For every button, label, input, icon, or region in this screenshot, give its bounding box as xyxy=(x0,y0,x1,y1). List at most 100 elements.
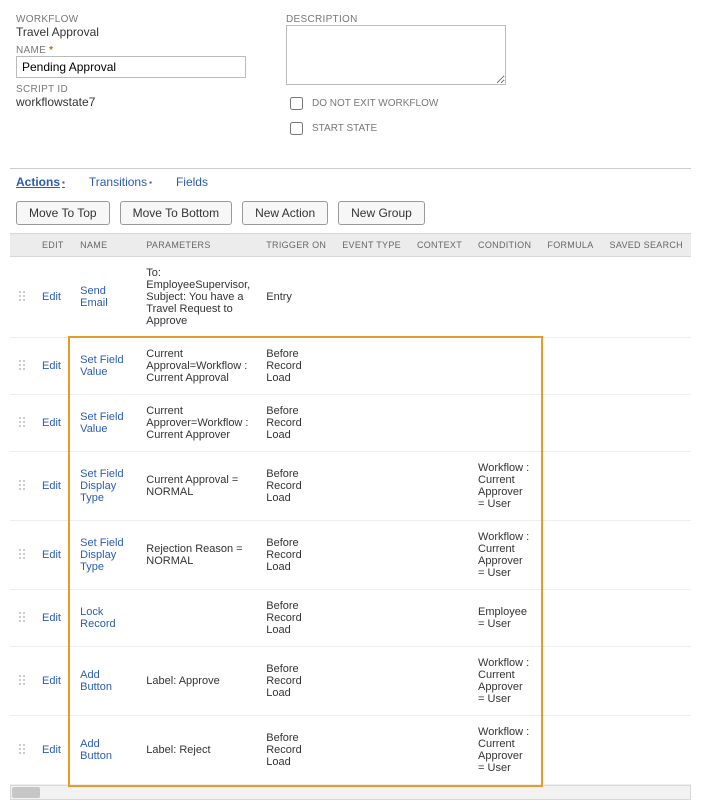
cell-trigger: Before Record Load xyxy=(258,647,334,716)
action-name-link[interactable]: Add Button xyxy=(80,669,112,693)
new-group-button[interactable]: New Group xyxy=(338,201,425,225)
cell-trigger: Before Record Load xyxy=(258,452,334,521)
cell-context xyxy=(409,590,470,647)
tab-actions[interactable]: Actions▪ xyxy=(16,175,65,193)
tab-transitions[interactable]: Transitions▪ xyxy=(89,175,152,193)
donotexit-checkbox[interactable] xyxy=(290,97,303,110)
action-name-link[interactable]: Add Button xyxy=(80,738,112,762)
table-row[interactable]: Edit Set Field Display Type Rejection Reas… xyxy=(10,521,691,590)
description-textarea[interactable] xyxy=(286,25,506,85)
cell-condition: Workflow : Current Approver = User xyxy=(470,716,539,785)
cell-formula xyxy=(539,590,601,647)
cell-condition xyxy=(470,338,539,395)
cell-saved-search xyxy=(602,257,691,338)
drag-icon xyxy=(18,290,26,301)
cell-context xyxy=(409,395,470,452)
cell-parameters: Label: Reject xyxy=(138,716,258,785)
cell-context xyxy=(409,647,470,716)
startstate-row[interactable]: START STATE xyxy=(286,119,506,138)
action-name-link[interactable]: Lock Record xyxy=(80,606,115,630)
cell-condition: Workflow : Current Approver = User xyxy=(470,452,539,521)
table-row[interactable]: EditSend EmailTo: EmployeeSupervisor, Su… xyxy=(10,257,691,338)
cell-parameters: Rejection Reason = NORMAL xyxy=(138,521,258,590)
edit-link[interactable]: Edit xyxy=(42,675,61,687)
cell-trigger: Before Record Load xyxy=(258,338,334,395)
action-name-link[interactable]: Set Field Display Type xyxy=(80,537,123,573)
startstate-checkbox[interactable] xyxy=(290,122,303,135)
drag-icon xyxy=(18,611,26,622)
edit-link[interactable]: Edit xyxy=(42,744,61,756)
cell-context xyxy=(409,716,470,785)
cell-formula xyxy=(539,395,601,452)
drag-icon xyxy=(18,548,26,559)
cell-event-type xyxy=(334,338,409,395)
col-name: NAME xyxy=(72,234,138,257)
drag-handle[interactable] xyxy=(10,452,34,521)
workflow-value: Travel Approval xyxy=(16,25,246,39)
cell-condition xyxy=(470,395,539,452)
actions-table-wrap: EDIT NAME PARAMETERS TRIGGER ON EVENT TY… xyxy=(10,233,691,786)
cell-parameters: Label: Approve xyxy=(138,647,258,716)
table-row[interactable]: Edit Set Field Value Current Approver=Work… xyxy=(10,395,691,452)
drag-handle[interactable] xyxy=(10,647,34,716)
drag-handle[interactable] xyxy=(10,521,34,590)
cell-saved-search xyxy=(602,716,691,785)
caret-icon: ▪ xyxy=(149,178,152,187)
description-label: DESCRIPTION xyxy=(286,14,506,25)
form-header: WORKFLOW Travel Approval NAME SCRIPT ID … xyxy=(10,10,691,148)
edit-link[interactable]: Edit xyxy=(42,549,61,561)
drag-icon xyxy=(18,359,26,370)
startstate-label: START STATE xyxy=(312,123,377,134)
cell-saved-search xyxy=(602,452,691,521)
action-name-link[interactable]: Set Field Display Type xyxy=(80,468,123,504)
table-row[interactable]: Edit Set Field Value Current Approval=Work… xyxy=(10,338,691,395)
donotexit-label: DO NOT EXIT WORKFLOW xyxy=(312,98,438,109)
action-name-link[interactable]: Send Email xyxy=(80,285,108,309)
cell-event-type xyxy=(334,590,409,647)
tab-fields[interactable]: Fields xyxy=(176,175,208,193)
edit-link[interactable]: Edit xyxy=(42,612,61,624)
horizontal-scrollbar[interactable] xyxy=(10,786,691,800)
drag-handle[interactable] xyxy=(10,338,34,395)
table-row[interactable]: Edit Set Field Display Type Current Approv… xyxy=(10,452,691,521)
drag-handle[interactable] xyxy=(10,257,34,338)
cell-condition: Employee = User xyxy=(470,590,539,647)
cell-event-type xyxy=(334,647,409,716)
cell-trigger: Before Record Load xyxy=(258,521,334,590)
edit-link[interactable]: Edit xyxy=(42,480,61,492)
table-row[interactable]: EditAdd ButtonLabel: RejectBefore Record… xyxy=(10,716,691,785)
drag-handle[interactable] xyxy=(10,590,34,647)
cell-parameters: Current Approval=Workflow : Current Appr… xyxy=(138,338,258,395)
drag-handle[interactable] xyxy=(10,395,34,452)
cell-context xyxy=(409,452,470,521)
tab-bar: Actions▪ Transitions▪ Fields xyxy=(10,168,691,193)
scroll-thumb[interactable] xyxy=(12,787,40,798)
cell-parameters: Current Approval = NORMAL xyxy=(138,452,258,521)
edit-link[interactable]: Edit xyxy=(42,360,61,372)
move-to-bottom-button[interactable]: Move To Bottom xyxy=(120,201,232,225)
name-input[interactable] xyxy=(16,56,246,78)
cell-context xyxy=(409,338,470,395)
donotexit-row[interactable]: DO NOT EXIT WORKFLOW xyxy=(286,94,506,113)
cell-context xyxy=(409,521,470,590)
edit-link[interactable]: Edit xyxy=(42,417,61,429)
cell-trigger: Entry xyxy=(258,257,334,338)
col-parameters: PARAMETERS xyxy=(138,234,258,257)
new-action-button[interactable]: New Action xyxy=(242,201,328,225)
cell-formula xyxy=(539,647,601,716)
table-row[interactable]: EditLock RecordBefore Record LoadEmploye… xyxy=(10,590,691,647)
cell-formula xyxy=(539,521,601,590)
scriptid-label: SCRIPT ID xyxy=(16,84,246,95)
edit-link[interactable]: Edit xyxy=(42,291,61,303)
col-event-type: EVENT TYPE xyxy=(334,234,409,257)
cell-event-type xyxy=(334,257,409,338)
cell-parameters: Current Approver=Workflow : Current Appr… xyxy=(138,395,258,452)
table-row[interactable]: Edit Add Button Label: ApproveBefore Recor… xyxy=(10,647,691,716)
action-name-link[interactable]: Set Field Value xyxy=(80,354,123,378)
drag-handle[interactable] xyxy=(10,716,34,785)
cell-saved-search xyxy=(602,521,691,590)
cell-event-type xyxy=(334,452,409,521)
action-name-link[interactable]: Set Field Value xyxy=(80,411,123,435)
cell-trigger: Before Record Load xyxy=(258,395,334,452)
move-to-top-button[interactable]: Move To Top xyxy=(16,201,110,225)
